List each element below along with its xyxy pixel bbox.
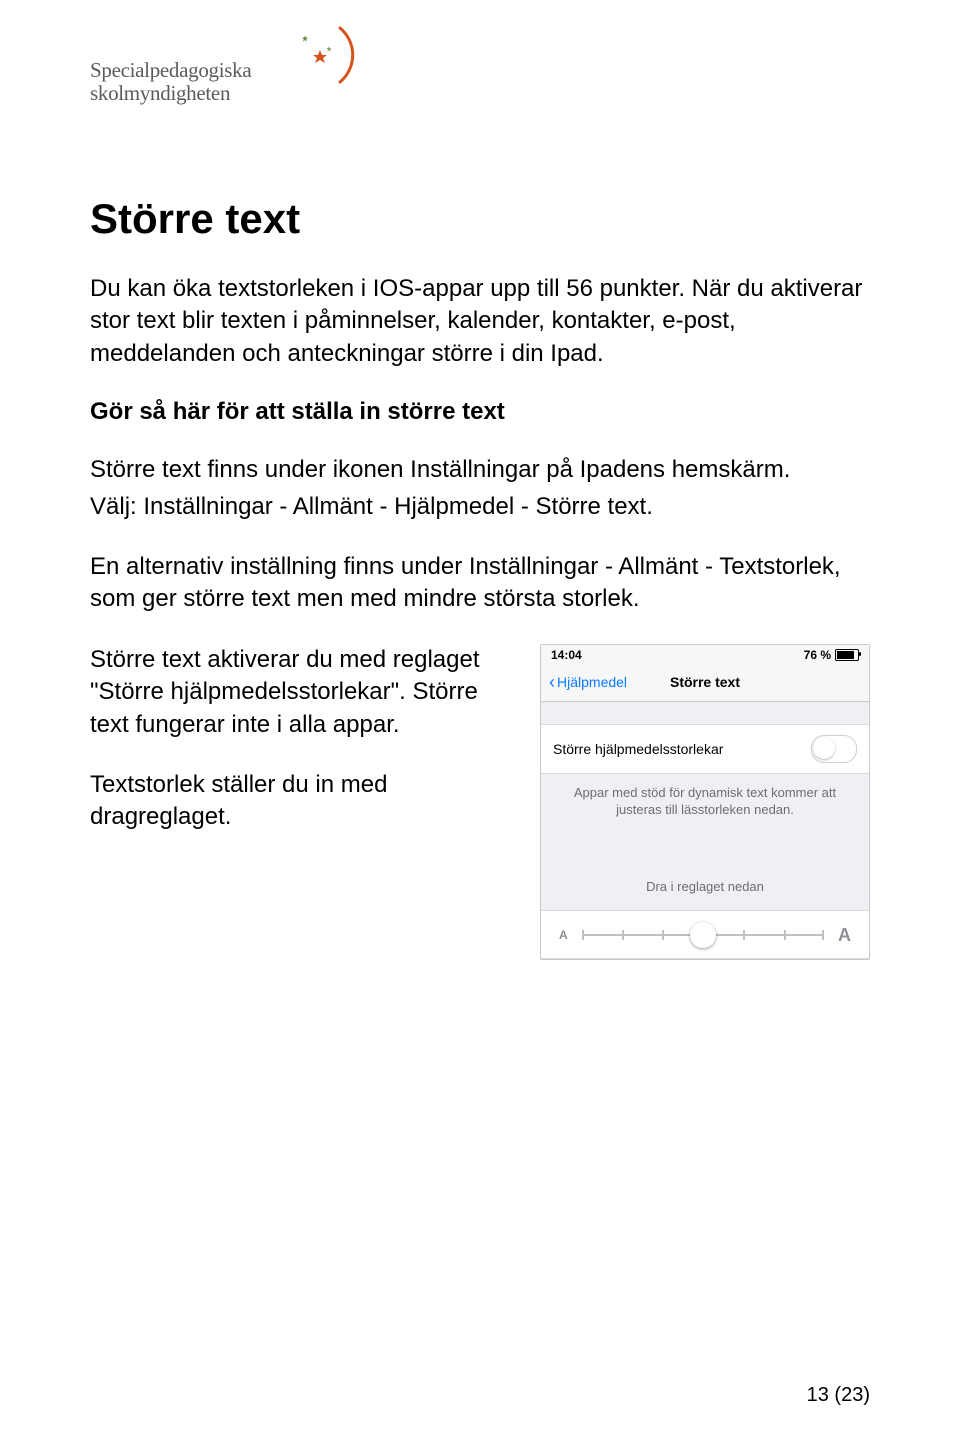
status-battery: 76 %	[804, 648, 859, 662]
slider-knob[interactable]	[690, 922, 716, 948]
settings-row-label: Större hjälpmedelsstorlekar	[553, 741, 723, 757]
agency-name-line2: skolmyndigheten	[90, 81, 230, 105]
back-button[interactable]: ‹ Hjälpmedel	[549, 673, 627, 691]
chevron-left-icon: ‹	[549, 673, 555, 691]
text-size-slider-row: A A	[541, 910, 869, 959]
slider-max-label: A	[838, 925, 851, 946]
ios-settings-screenshot: 14:04 76 % ‹ Hjälpmedel Större text Stör…	[540, 644, 870, 960]
toggle-switch[interactable]	[811, 735, 857, 763]
text-size-slider[interactable]	[582, 926, 824, 944]
body-paragraph: Välj: Inställningar - Allmänt - Hjälpmed…	[90, 491, 870, 523]
settings-row-larger-sizes[interactable]: Större hjälpmedelsstorlekar	[541, 724, 869, 774]
battery-icon	[835, 649, 859, 661]
body-paragraph: Större text aktiverar du med reglaget "S…	[90, 644, 516, 741]
slider-min-label: A	[559, 928, 568, 942]
intro-paragraph: Du kan öka textstorleken i IOS-appar upp…	[90, 273, 870, 370]
settings-caption: Appar med stöd för dynamisk text kommer …	[541, 774, 869, 849]
agency-name-line1: Specialpedagogiska	[90, 58, 251, 82]
agency-name: Specialpedagogiska skolmyndigheten	[90, 59, 251, 105]
battery-percent: 76 %	[804, 648, 831, 662]
ios-statusbar: 14:04 76 %	[541, 645, 869, 665]
body-paragraph: Större text finns under ikonen Inställni…	[90, 454, 870, 486]
back-label: Hjälpmedel	[557, 674, 627, 690]
page-number: 13 (23)	[807, 1384, 870, 1407]
starburst-icon	[285, 20, 355, 90]
page-title: Större text	[90, 195, 870, 243]
agency-logo: Specialpedagogiska skolmyndigheten	[90, 25, 870, 125]
status-time: 14:04	[551, 648, 582, 662]
ios-navbar: ‹ Hjälpmedel Större text	[541, 665, 869, 702]
slider-hint: Dra i reglaget nedan	[541, 849, 869, 910]
body-paragraph: Textstorlek ställer du in med dragreglag…	[90, 769, 516, 834]
body-paragraph: En alternativ inställning finns under In…	[90, 551, 870, 616]
section-heading: Gör så här för att ställa in större text	[90, 398, 870, 426]
